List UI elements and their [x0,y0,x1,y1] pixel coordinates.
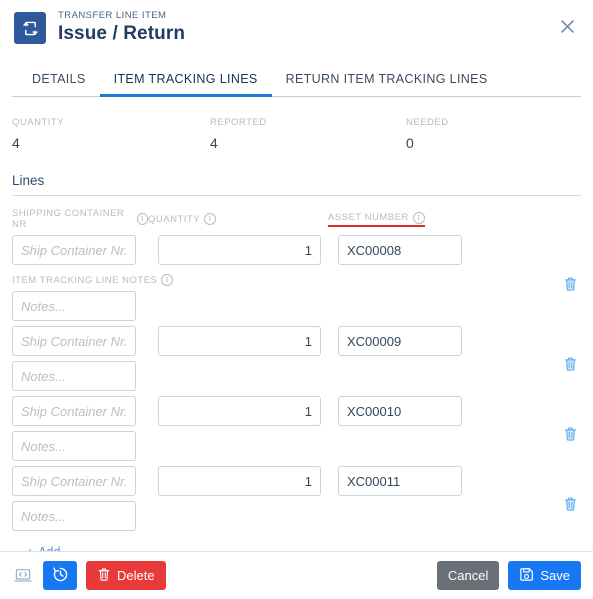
column-header-asset-number-label: ASSET NUMBER [328,212,409,223]
lines-section-heading: Lines [12,173,581,196]
trash-icon[interactable] [559,423,581,445]
asset-number-input[interactable] [338,235,462,265]
cancel-button-label: Cancel [447,568,489,583]
dialog-header: TRANSFER LINE ITEM Issue / Return [0,0,593,56]
trash-icon [97,567,111,585]
quantity-input[interactable] [158,396,321,426]
column-header-shipping-container-nr-label: SHIPPING CONTAINER NR [12,208,125,230]
asset-number-input[interactable] [338,396,462,426]
summary-quantity-value: 4 [12,135,20,151]
quantity-input[interactable] [158,466,321,496]
shipping-container-nr-input[interactable] [12,235,136,265]
summary-needed-label: NEEDED [406,117,449,128]
summary-reported-label: REPORTED [210,117,267,128]
line-column-headers: SHIPPING CONTAINER NR i QUANTITY i ASSET… [0,196,593,230]
info-icon[interactable]: i [412,211,425,224]
delete-button-label: Delete [117,568,155,583]
notes-label-text: ITEM TRACKING LINE NOTES [12,274,158,286]
notes-input[interactable] [12,501,136,531]
notes-input[interactable] [12,291,136,321]
table-row [12,326,581,391]
info-icon[interactable]: i [204,213,217,225]
quantity-input[interactable] [158,235,321,265]
floppy-save-icon [519,567,534,585]
close-icon[interactable] [553,12,581,40]
summary-needed-value: 0 [406,135,414,151]
notes-input[interactable] [12,361,136,391]
tab-bar: DETAILS ITEM TRACKING LINES RETURN ITEM … [0,56,593,97]
summary-quantity-label: QUANTITY [12,117,65,128]
info-icon[interactable]: i [136,213,148,225]
asset-number-input[interactable] [338,326,462,356]
history-clock-icon [52,566,69,586]
summary-row: QUANTITY 4 REPORTED 4 NEEDED 0 [0,97,593,151]
shipping-container-nr-input[interactable] [12,396,136,426]
save-button[interactable]: Save [508,561,581,590]
table-row: ITEM TRACKING LINE NOTES i [12,235,581,321]
dialog-footer: Delete Cancel Save [0,551,593,599]
quantity-input[interactable] [158,326,321,356]
trash-icon[interactable] [559,353,581,375]
summary-needed: NEEDED 0 [406,117,449,151]
history-button[interactable] [43,561,77,590]
asset-number-input[interactable] [338,466,462,496]
trash-icon[interactable] [559,493,581,515]
item-tracking-line-notes-label: ITEM TRACKING LINE NOTES i [12,274,581,286]
shipping-container-nr-input[interactable] [12,466,136,496]
header-titles: TRANSFER LINE ITEM Issue / Return [58,9,186,45]
tab-item-tracking-lines[interactable]: ITEM TRACKING LINES [99,72,272,97]
save-button-label: Save [540,568,570,583]
notes-input[interactable] [12,431,136,461]
tab-details[interactable]: DETAILS [18,72,100,96]
summary-quantity: QUANTITY 4 [12,117,210,151]
shipping-container-nr-input[interactable] [12,326,136,356]
table-row [12,396,581,461]
column-header-quantity-label: QUANTITY [148,213,201,225]
header-eyebrow: TRANSFER LINE ITEM [58,9,167,21]
line-rows: ITEM TRACKING LINE NOTES i [0,235,593,560]
column-header-asset-number: ASSET NUMBER i [328,211,425,227]
code-laptop-icon[interactable] [12,565,34,587]
info-icon[interactable]: i [161,274,174,286]
cancel-button[interactable]: Cancel [436,561,500,590]
summary-reported-value: 4 [210,135,218,151]
tab-return-item-tracking-lines[interactable]: RETURN ITEM TRACKING LINES [272,72,502,96]
column-header-shipping-container-nr: SHIPPING CONTAINER NR i [12,208,148,230]
delete-button[interactable]: Delete [86,561,166,590]
column-header-quantity: QUANTITY i [148,213,328,225]
transfer-arrows-icon [14,12,46,44]
table-row [12,466,581,531]
trash-icon[interactable] [559,273,581,295]
page-title: Issue / Return [58,23,186,45]
summary-reported: REPORTED 4 [210,117,406,151]
